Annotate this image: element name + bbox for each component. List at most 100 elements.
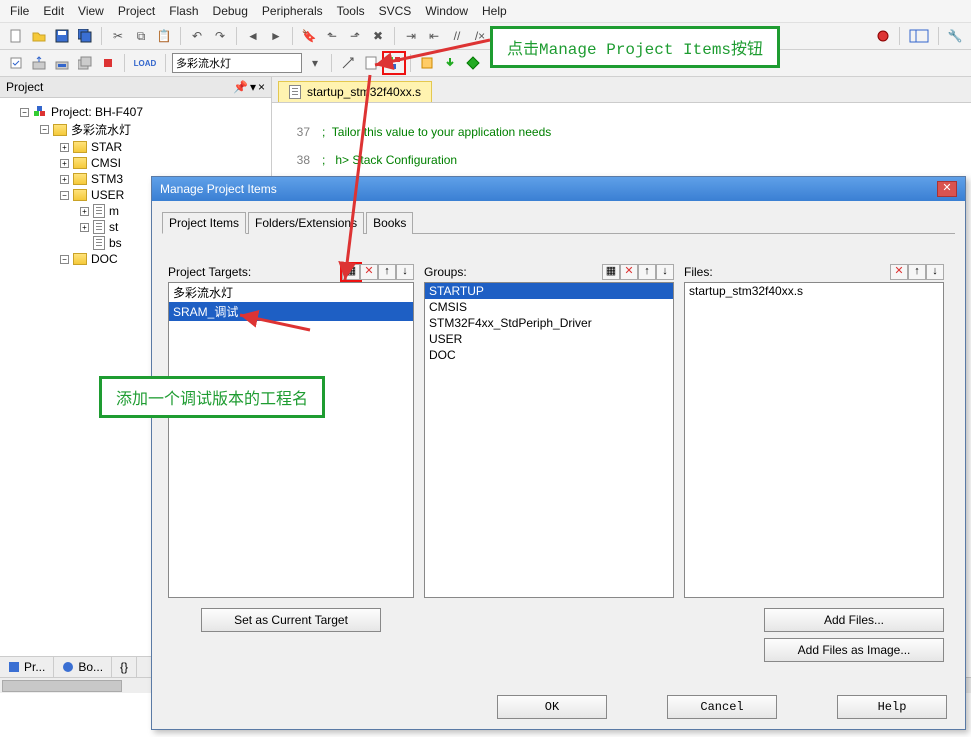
select-pack-icon[interactable]	[417, 53, 437, 73]
groups-delete-button[interactable]: ✕	[620, 264, 638, 280]
groups-list[interactable]: STARTUP CMSIS STM32F4xx_StdPeriph_Driver…	[424, 282, 674, 598]
indent-icon[interactable]: ⇥	[401, 26, 421, 46]
tree-group-doc[interactable]: DOC	[91, 252, 118, 266]
menu-edit[interactable]: Edit	[43, 4, 64, 18]
targets-up-button[interactable]: ↑	[378, 264, 396, 280]
files-up-button[interactable]: ↑	[908, 264, 926, 280]
dialog-close-button[interactable]: ✕	[937, 181, 957, 197]
group-item-startup[interactable]: STARTUP	[425, 283, 673, 299]
groups-down-button[interactable]: ↓	[656, 264, 674, 280]
target-select[interactable]	[172, 53, 302, 73]
window-layout-icon[interactable]	[906, 26, 932, 46]
cut-icon[interactable]: ✂	[108, 26, 128, 46]
copy-icon[interactable]: ⧉	[131, 26, 151, 46]
cancel-button[interactable]: Cancel	[667, 695, 777, 719]
files-delete-button[interactable]: ✕	[890, 264, 908, 280]
callout-add-debug-target: 添加一个调试版本的工程名	[99, 376, 325, 418]
target-item-1[interactable]: 多彩流水灯	[169, 283, 413, 302]
toolbar-build: LOAD ▾	[0, 50, 971, 77]
menu-tools[interactable]: Tools	[337, 4, 365, 18]
rte-icon[interactable]	[463, 53, 483, 73]
help-button[interactable]: Help	[837, 695, 947, 719]
nav-back-icon[interactable]: ◄	[243, 26, 263, 46]
add-files-image-button[interactable]: Add Files as Image...	[764, 638, 944, 662]
save-icon[interactable]	[52, 26, 72, 46]
paste-icon[interactable]: 📋	[154, 26, 174, 46]
menu-flash[interactable]: Flash	[169, 4, 198, 18]
bookmark-icon[interactable]: 🔖	[299, 26, 319, 46]
groups-new-button[interactable]: ▦	[602, 264, 620, 280]
file-tab-startup[interactable]: startup_stm32f40xx.s	[278, 81, 432, 102]
new-file-icon[interactable]	[6, 26, 26, 46]
menu-file[interactable]: File	[10, 4, 29, 18]
bookmark-clear-icon[interactable]: ✖	[368, 26, 388, 46]
tree-group-stm32[interactable]: STM3	[91, 172, 123, 186]
open-file-icon[interactable]	[29, 26, 49, 46]
menu-project[interactable]: Project	[118, 4, 155, 18]
manage-project-items-button[interactable]	[384, 53, 404, 73]
targets-delete-button[interactable]: ✕	[360, 264, 378, 280]
menu-help[interactable]: Help	[482, 4, 507, 18]
files-down-button[interactable]: ↓	[926, 264, 944, 280]
comment-icon[interactable]: //	[447, 26, 467, 46]
download-icon[interactable]: LOAD	[131, 53, 159, 73]
nav-fwd-icon[interactable]: ►	[266, 26, 286, 46]
menu-svcs[interactable]: SVCS	[379, 4, 412, 18]
menu-peripherals[interactable]: Peripherals	[262, 4, 323, 18]
pack-install-icon[interactable]	[440, 53, 460, 73]
batch-build-icon[interactable]	[75, 53, 95, 73]
debug-icon[interactable]	[873, 26, 893, 46]
tab-project[interactable]: Pr...	[0, 657, 54, 677]
undo-icon[interactable]: ↶	[187, 26, 207, 46]
stop-build-icon[interactable]	[98, 53, 118, 73]
pin-icon[interactable]: 📌	[233, 80, 248, 94]
rebuild-icon[interactable]	[52, 53, 72, 73]
target-item-2[interactable]: SRAM_调试	[169, 302, 413, 321]
group-item-cmsis[interactable]: CMSIS	[425, 299, 673, 315]
tab-books[interactable]: Books	[366, 212, 413, 234]
redo-icon[interactable]: ↷	[210, 26, 230, 46]
menu-debug[interactable]: Debug	[213, 4, 248, 18]
manage-project-items-dialog: Manage Project Items ✕ Project Items Fol…	[151, 176, 966, 730]
files-list[interactable]: startup_stm32f40xx.s	[684, 282, 944, 598]
tree-file-bs[interactable]: bs	[109, 236, 122, 250]
tab-folders-ext[interactable]: Folders/Extensions	[248, 212, 364, 234]
set-current-target-button[interactable]: Set as Current Target	[201, 608, 381, 632]
tree-file-st[interactable]: st	[109, 220, 118, 234]
group-item-user[interactable]: USER	[425, 331, 673, 347]
menu-window[interactable]: Window	[425, 4, 468, 18]
panel-close-icon[interactable]: ×	[258, 80, 265, 94]
uncomment-icon[interactable]: /×	[470, 26, 490, 46]
toolbar-main: ✂ ⧉ 📋 ↶ ↷ ◄ ► 🔖 ⬑ ⬏ ✖ ⇥ ⇤ // /× 🔧	[0, 23, 971, 50]
file-ext-icon[interactable]	[361, 53, 381, 73]
bookmark-prev-icon[interactable]: ⬑	[322, 26, 342, 46]
tree-group-startup[interactable]: STAR	[91, 140, 122, 154]
tab-functions[interactable]: {}	[112, 657, 137, 677]
add-files-button[interactable]: Add Files...	[764, 608, 944, 632]
translate-icon[interactable]	[6, 53, 26, 73]
project-targets-list[interactable]: 多彩流水灯 SRAM_调试	[168, 282, 414, 598]
tree-root[interactable]: Project: BH-F407	[51, 105, 143, 119]
configure-icon[interactable]: 🔧	[945, 26, 965, 46]
panel-menu-icon[interactable]: ▾	[250, 80, 256, 94]
tree-group-cmsis[interactable]: CMSI	[91, 156, 121, 170]
tab-project-items[interactable]: Project Items	[162, 212, 246, 234]
targets-new-button[interactable]: ▦	[342, 264, 360, 280]
ok-button[interactable]: OK	[497, 695, 607, 719]
file-item-startup[interactable]: startup_stm32f40xx.s	[685, 283, 943, 299]
options-target-icon[interactable]	[338, 53, 358, 73]
targets-down-button[interactable]: ↓	[396, 264, 414, 280]
tree-file-m[interactable]: m	[109, 204, 119, 218]
outdent-icon[interactable]: ⇤	[424, 26, 444, 46]
target-dd-arrow-icon[interactable]: ▾	[305, 53, 325, 73]
bookmark-next-icon[interactable]: ⬏	[345, 26, 365, 46]
group-item-stdperiph[interactable]: STM32F4xx_StdPeriph_Driver	[425, 315, 673, 331]
tree-group-user[interactable]: USER	[91, 188, 124, 202]
group-item-doc[interactable]: DOC	[425, 347, 673, 363]
build-icon[interactable]	[29, 53, 49, 73]
groups-up-button[interactable]: ↑	[638, 264, 656, 280]
save-all-icon[interactable]	[75, 26, 95, 46]
tree-target[interactable]: 多彩流水灯	[71, 121, 131, 138]
menu-view[interactable]: View	[78, 4, 104, 18]
tab-books[interactable]: Bo...	[54, 657, 112, 677]
